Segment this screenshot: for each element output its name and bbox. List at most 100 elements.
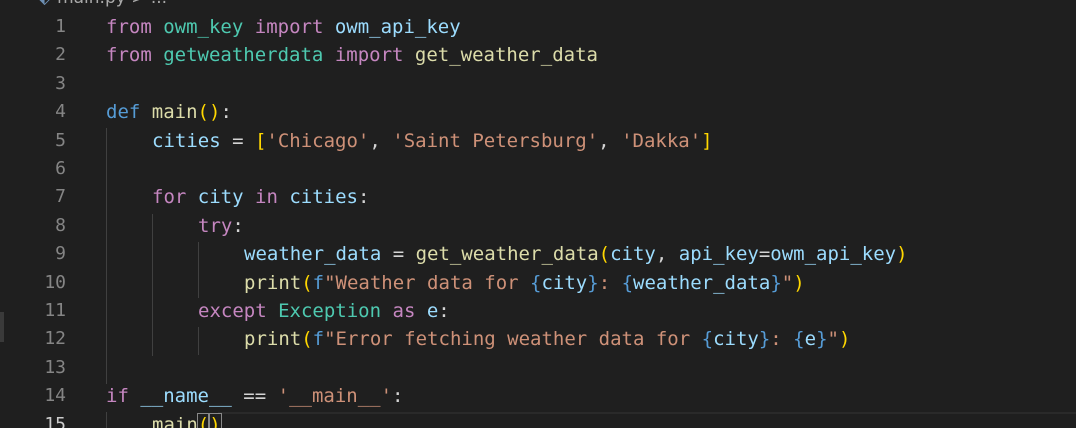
- keyword: except: [198, 300, 267, 322]
- function-call: print: [244, 271, 302, 294]
- fstring-brace: {: [621, 271, 634, 294]
- code-line[interactable]: 2 from getweatherdata import get_weather…: [0, 41, 1076, 69]
- line-number: 15: [44, 413, 66, 428]
- punctuation: ,: [369, 129, 393, 152]
- operator: ==: [231, 385, 278, 408]
- code-line[interactable]: 10 print(f"Weather data for {city}: {wea…: [0, 269, 1076, 297]
- string: :: [770, 328, 794, 351]
- variable: weather_data: [633, 271, 771, 294]
- keyword: import: [334, 44, 404, 67]
- imported-name: get_weather_data: [414, 44, 598, 67]
- code-line[interactable]: 4 def main():: [0, 98, 1076, 126]
- code-line[interactable]: 8 try:: [0, 212, 1076, 240]
- line-number: 1: [55, 16, 66, 37]
- variable: e: [426, 300, 439, 322]
- keyword: in: [255, 186, 278, 209]
- variable: city: [197, 186, 244, 209]
- breadcrumb-rest[interactable]: ...: [151, 0, 167, 8]
- code-line[interactable]: 11 except Exception as e:: [0, 297, 1076, 325]
- fstring-brace: }: [770, 271, 782, 294]
- bracket: ]: [701, 129, 713, 152]
- line-number: 10: [44, 271, 66, 293]
- punctuation: :: [438, 300, 450, 322]
- code-line[interactable]: 9 weather_data = get_weather_data(city, …: [0, 240, 1076, 268]
- paren: (: [196, 412, 211, 428]
- fstring-brace: }: [587, 271, 599, 294]
- fstring-brace: }: [758, 328, 771, 351]
- keyword: def: [106, 101, 141, 124]
- keyword: from: [106, 44, 152, 67]
- fstring-brace: }: [816, 328, 828, 351]
- string: "Error fetching weather data for: [324, 328, 702, 351]
- keyword: for: [152, 186, 187, 209]
- variable: city: [541, 271, 588, 294]
- line-number: 13: [44, 356, 66, 378]
- punctuation: :: [220, 101, 232, 124]
- string: ": [781, 271, 794, 294]
- string: :: [598, 271, 622, 294]
- operator: =: [758, 243, 771, 266]
- keyword: from: [106, 16, 152, 38]
- variable: cities: [289, 186, 358, 209]
- operator: =: [381, 243, 416, 266]
- code-editor[interactable]: ⬖ main.py > ... 1 from owm_key import owm…: [0, 0, 1076, 428]
- line-number: 9: [55, 243, 66, 265]
- variable: e: [804, 328, 817, 351]
- variable: weather_data: [244, 243, 382, 266]
- paren: ): [838, 328, 851, 351]
- function-name: main: [151, 101, 198, 124]
- line-number: 6: [55, 158, 66, 179]
- bracket: [: [254, 129, 267, 152]
- breadcrumb-file[interactable]: main.py: [57, 0, 126, 8]
- line-number: 4: [55, 101, 66, 123]
- keyword-argument: api_key: [678, 243, 759, 266]
- punctuation: ,: [655, 243, 679, 266]
- code-line[interactable]: 15 main(): [0, 411, 1076, 428]
- punctuation: :: [392, 385, 404, 408]
- code-line[interactable]: 7 for city in cities:: [0, 183, 1076, 211]
- code-line[interactable]: 3: [0, 70, 1076, 98]
- line-number: 3: [55, 72, 66, 94]
- function-call: get_weather_data: [415, 243, 599, 266]
- imported-name: owm_api_key: [334, 16, 461, 38]
- fstring-brace: {: [530, 271, 542, 294]
- code-line[interactable]: 14 if __name__ == '__main__':: [0, 382, 1076, 410]
- fstring-prefix: f: [312, 328, 325, 351]
- code-line[interactable]: 5 cities = ['Chicago', 'Saint Petersburg…: [0, 127, 1076, 155]
- line-number: 14: [44, 385, 66, 407]
- fstring-prefix: f: [312, 271, 325, 294]
- string: ": [827, 328, 839, 351]
- string: "Weather data for: [324, 271, 531, 294]
- breadcrumb-separator: >: [131, 0, 145, 8]
- string: 'Dakka': [621, 129, 702, 152]
- punctuation: :: [232, 214, 244, 237]
- fstring-brace: {: [793, 328, 805, 351]
- module-name: owm_key: [163, 16, 244, 38]
- paren: ): [896, 243, 908, 266]
- paren: (: [598, 243, 611, 266]
- keyword: try: [198, 214, 233, 237]
- line-number: 7: [55, 186, 66, 208]
- punctuation: ,: [598, 129, 622, 152]
- line-number: 2: [55, 44, 66, 66]
- paren: (: [197, 101, 209, 124]
- variable: city: [713, 328, 759, 351]
- code-line[interactable]: 1 from owm_key import owm_api_key: [0, 13, 1076, 41]
- keyword: if: [106, 385, 129, 408]
- line-number: 12: [44, 328, 66, 350]
- string: 'Saint Petersburg': [392, 129, 599, 152]
- python-file-icon: ⬖: [38, 0, 51, 8]
- argument: owm_api_key: [770, 243, 897, 266]
- breadcrumb[interactable]: ⬖ main.py > ...: [38, 0, 167, 8]
- code-line[interactable]: 12 print(f"Error fetching weather data f…: [0, 325, 1076, 353]
- line-number: 8: [55, 214, 66, 236]
- argument: city: [610, 243, 656, 266]
- fstring-brace: {: [701, 328, 714, 351]
- function-call: print: [244, 328, 302, 351]
- keyword: as: [392, 300, 416, 322]
- paren: (: [301, 271, 313, 294]
- operator: =: [220, 129, 255, 152]
- code-line[interactable]: 13: [0, 354, 1076, 382]
- function-call: main: [152, 413, 198, 428]
- code-line[interactable]: 6: [0, 155, 1076, 183]
